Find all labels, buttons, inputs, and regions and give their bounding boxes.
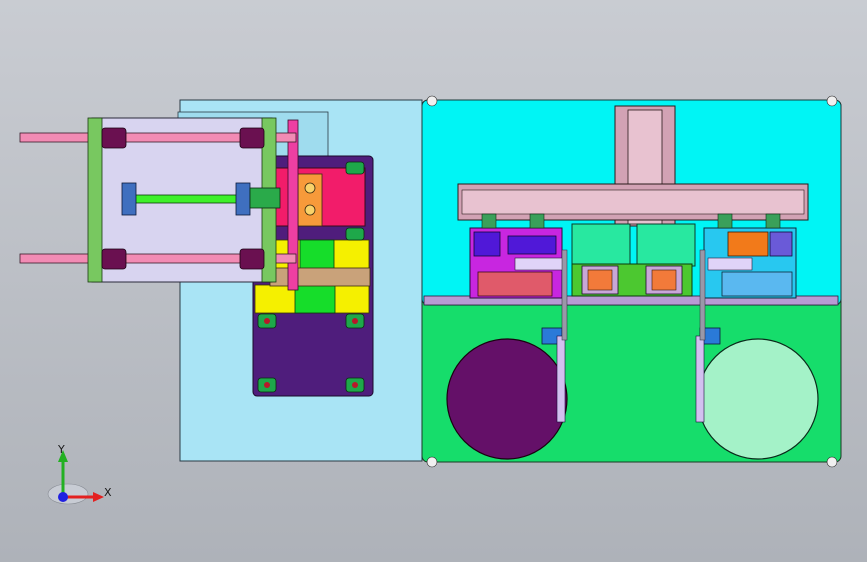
cylinder-frame bbox=[19, 117, 297, 283]
cad-viewport[interactable]: Y X bbox=[0, 0, 867, 562]
horizontal-beam bbox=[457, 183, 809, 221]
z-axis-dot bbox=[58, 492, 68, 502]
x-axis-label: X bbox=[104, 486, 112, 499]
y-axis-label: Y bbox=[57, 443, 65, 456]
x-axis-arrowhead bbox=[93, 492, 104, 502]
coordinate-triad[interactable]: Y X bbox=[47, 443, 112, 505]
